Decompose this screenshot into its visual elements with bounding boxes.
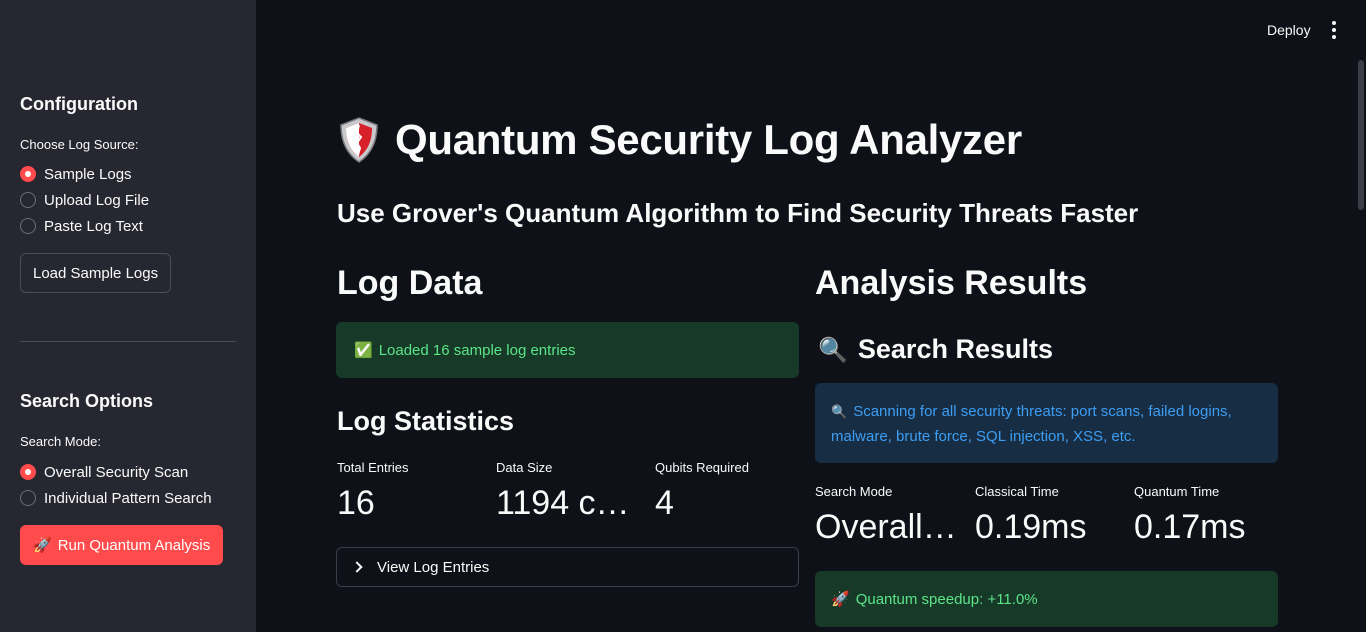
rocket-icon: 🚀 <box>831 590 850 608</box>
metric-label: Search Mode <box>815 484 893 499</box>
magnifier-icon: 🔍 <box>818 335 848 364</box>
info-alert-text: 🔍 Scanning for all security threats: port… <box>831 400 1262 449</box>
shield-icon <box>340 117 378 163</box>
metric-label: Classical Time <box>975 484 1059 499</box>
info-alert: 🔍 Scanning for all security threats: port… <box>815 383 1278 463</box>
search-results-heading-text: Search Results <box>857 334 1053 364</box>
radio-unchecked-icon <box>20 218 36 234</box>
radio-upload-log-file[interactable]: Upload Log File <box>20 190 149 210</box>
radio-label: Sample Logs <box>44 165 132 183</box>
chevron-right-icon <box>351 561 363 573</box>
radio-checked-icon <box>20 464 36 480</box>
speedup-alert-text: Quantum speedup: +11.0% <box>855 590 1038 608</box>
success-alert-text: Loaded 16 sample log entries <box>378 341 576 359</box>
configuration-heading: Configuration <box>20 94 138 114</box>
log-statistics-heading: Log Statistics <box>337 406 515 436</box>
expander-label: View Log Entries <box>377 558 490 576</box>
sidebar: Configuration Choose Log Source: Sample … <box>0 0 256 632</box>
success-alert: ✅ Loaded 16 sample log entries <box>336 322 799 378</box>
metric-value: 0.17ms <box>1134 508 1246 546</box>
run-button-label: Run Quantum Analysis <box>57 536 211 554</box>
deploy-button[interactable]: Deploy <box>1267 22 1311 38</box>
metric-value: 16 <box>337 484 375 522</box>
analysis-results-heading: Analysis Results <box>815 264 1088 302</box>
radio-unchecked-icon <box>20 192 36 208</box>
search-results-heading: 🔍 Search Results <box>818 334 1053 365</box>
kebab-menu-icon[interactable] <box>1328 21 1340 39</box>
radio-sample-logs[interactable]: Sample Logs <box>20 164 132 184</box>
radio-label: Overall Security Scan <box>44 463 189 481</box>
search-options-heading: Search Options <box>20 391 154 411</box>
log-data-heading: Log Data <box>337 264 483 302</box>
metric-value: 0.19ms <box>975 508 1087 546</box>
load-sample-logs-button[interactable]: Load Sample Logs <box>20 253 172 293</box>
metric-value: 4 <box>655 484 674 522</box>
metric-value: 1194 c… <box>496 484 630 522</box>
view-log-entries-expander[interactable]: View Log Entries <box>336 547 799 587</box>
metric-label: Qubits Required <box>655 460 749 475</box>
page-subtitle: Use Grover's Quantum Algorithm to Find S… <box>337 198 1139 228</box>
radio-unchecked-icon <box>20 490 36 506</box>
metric-label: Data Size <box>496 460 553 475</box>
speedup-alert: 🚀 Quantum speedup: +11.0% <box>815 571 1278 627</box>
rocket-icon: 🚀 <box>33 536 52 554</box>
page-title-text: Quantum Security Log Analyzer <box>395 116 1022 163</box>
radio-paste-log-text[interactable]: Paste Log Text <box>20 216 143 236</box>
radio-overall-security-scan[interactable]: Overall Security Scan <box>20 462 188 482</box>
radio-label: Paste Log Text <box>44 217 143 235</box>
scrollbar[interactable] <box>1358 60 1364 210</box>
radio-label: Upload Log File <box>44 191 150 209</box>
radio-label: Individual Pattern Search <box>44 489 212 507</box>
metric-label: Quantum Time <box>1134 484 1220 499</box>
search-mode-label: Search Mode: <box>20 434 101 449</box>
metric-label: Total Entries <box>337 460 409 475</box>
check-mark-icon: ✅ <box>354 341 373 359</box>
magnifier-icon: 🔍 <box>831 405 848 420</box>
sidebar-divider <box>20 341 236 342</box>
run-quantum-analysis-button[interactable]: 🚀 Run Quantum Analysis <box>20 525 224 565</box>
radio-checked-icon <box>20 166 36 182</box>
radio-individual-pattern-search[interactable]: Individual Pattern Search <box>20 488 212 508</box>
page-title: Quantum Security Log Analyzer <box>337 116 1022 164</box>
log-source-label: Choose Log Source: <box>20 137 139 152</box>
metric-value: Overall… <box>815 508 957 546</box>
info-alert-message: Scanning for all security threats: port … <box>831 403 1232 445</box>
